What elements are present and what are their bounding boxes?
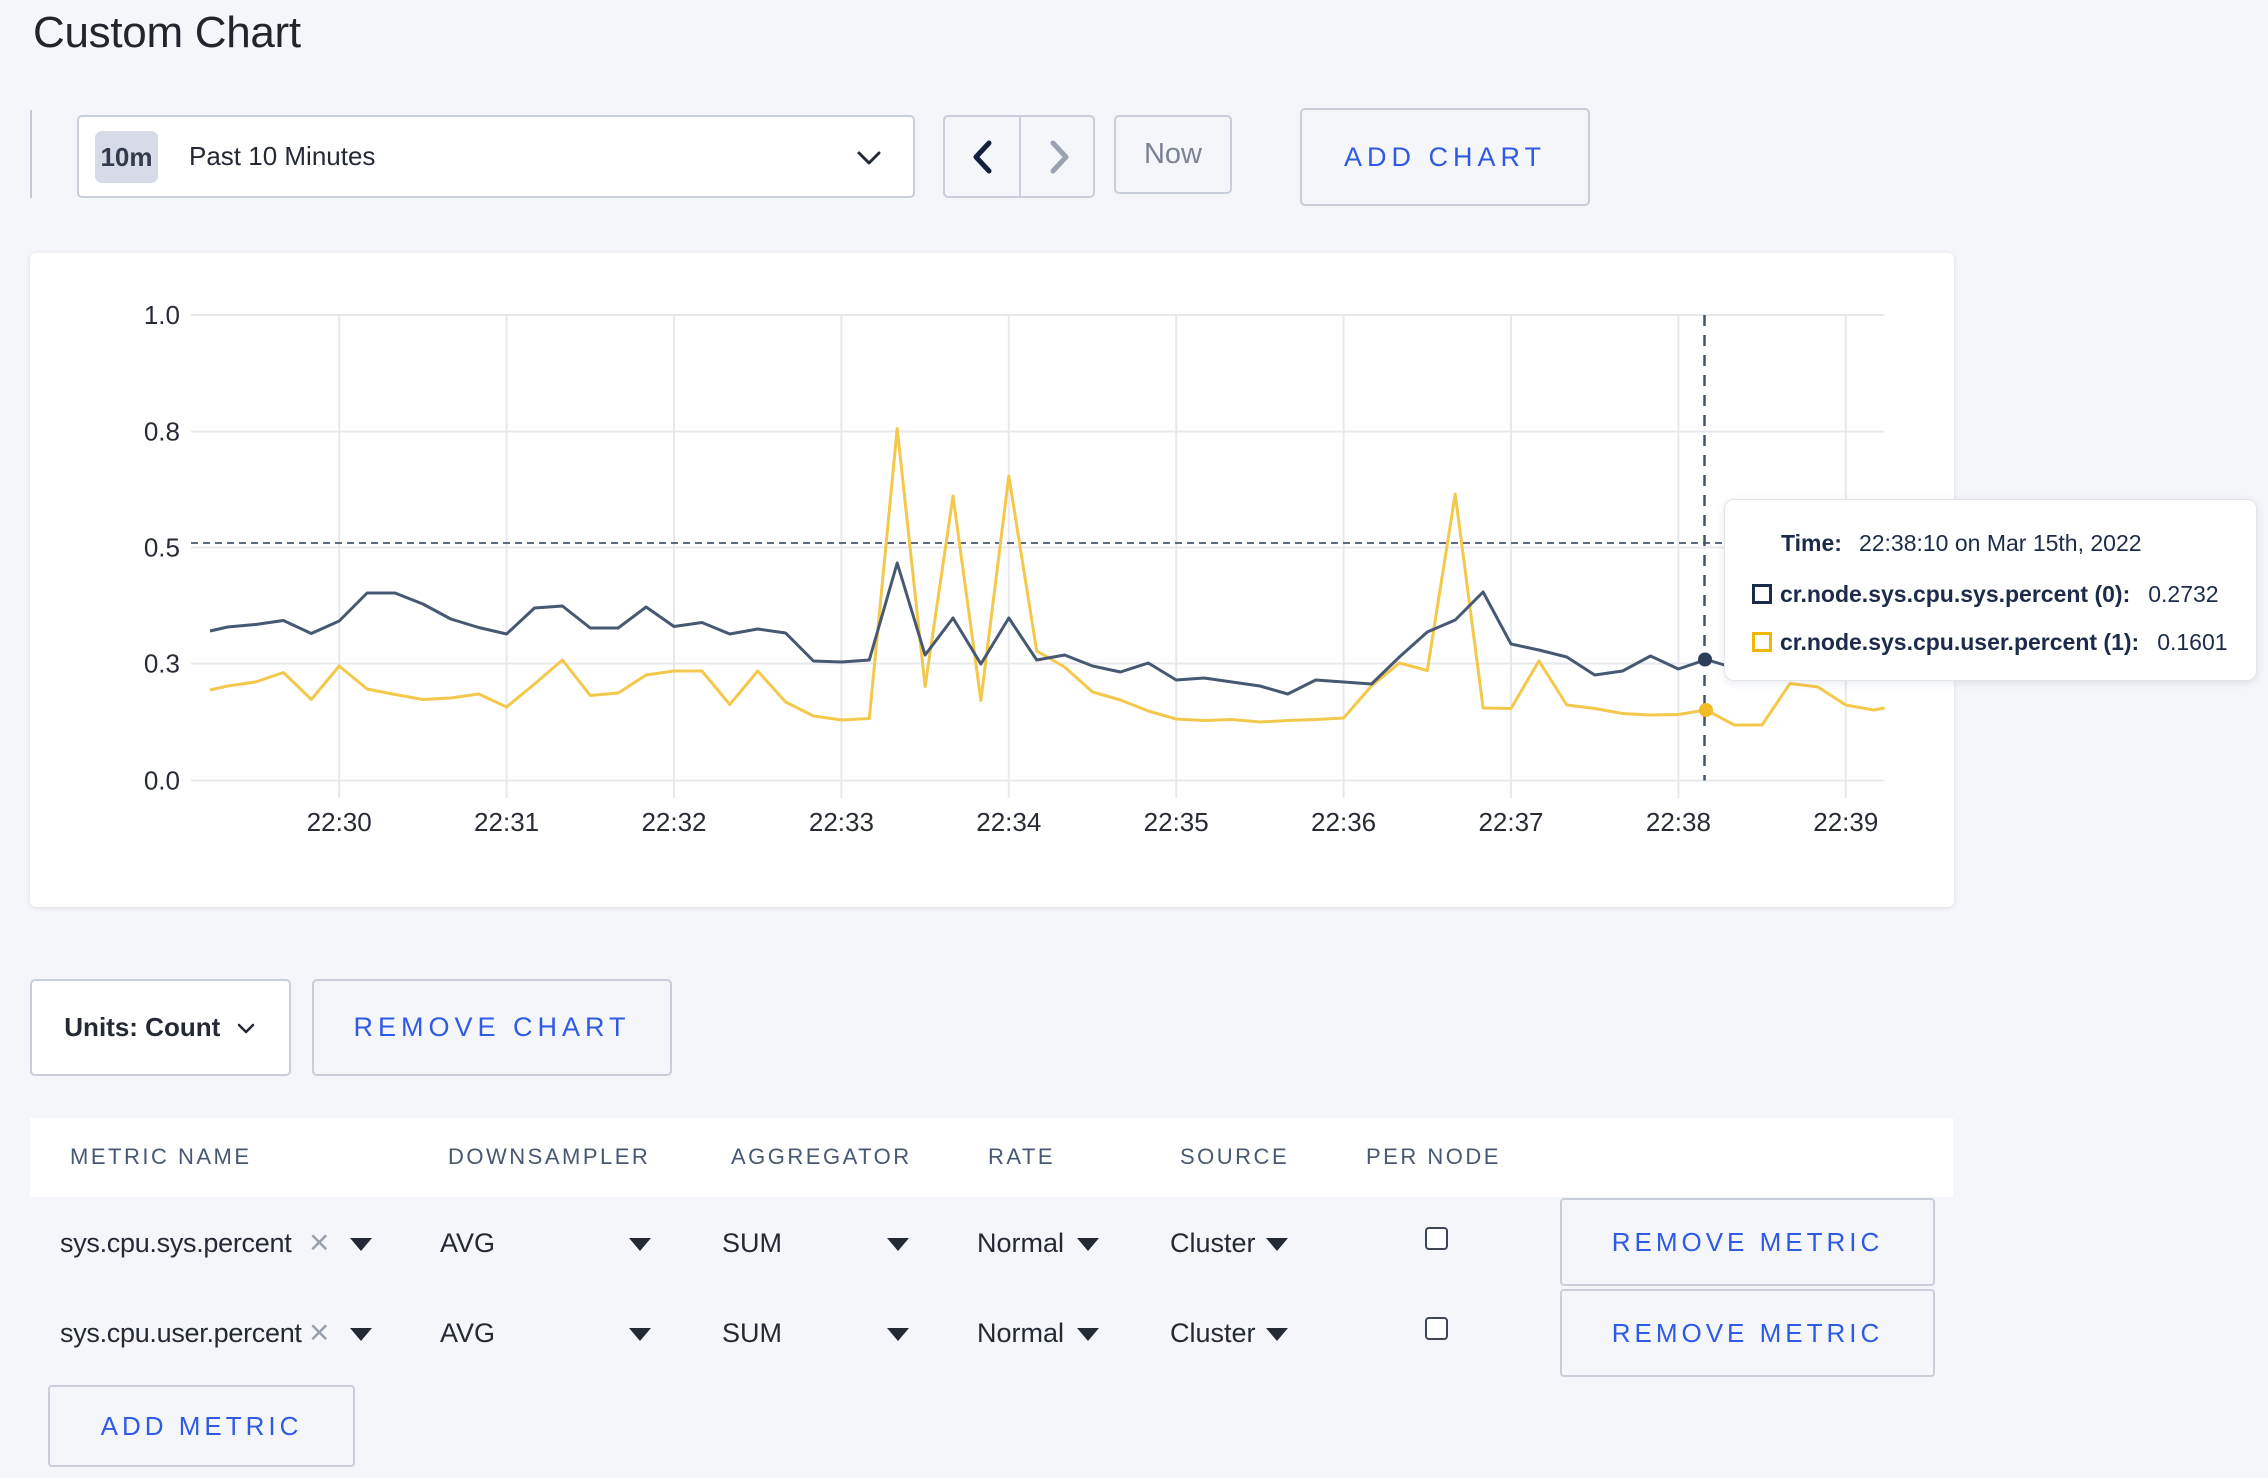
svg-text:22:30: 22:30 bbox=[307, 807, 372, 837]
svg-text:0.8: 0.8 bbox=[144, 417, 180, 447]
svg-text:0.0: 0.0 bbox=[144, 766, 180, 796]
svg-text:22:37: 22:37 bbox=[1478, 807, 1543, 837]
svg-text:22:32: 22:32 bbox=[641, 807, 706, 837]
svg-text:0.3: 0.3 bbox=[144, 649, 180, 679]
svg-text:22:31: 22:31 bbox=[474, 807, 539, 837]
svg-text:22:39: 22:39 bbox=[1813, 807, 1878, 837]
svg-text:22:38: 22:38 bbox=[1646, 807, 1711, 837]
svg-text:22:34: 22:34 bbox=[976, 807, 1041, 837]
svg-text:22:36: 22:36 bbox=[1311, 807, 1376, 837]
svg-text:0.5: 0.5 bbox=[144, 533, 180, 563]
svg-text:1.0: 1.0 bbox=[144, 300, 180, 330]
svg-text:22:35: 22:35 bbox=[1144, 807, 1209, 837]
svg-text:22:33: 22:33 bbox=[809, 807, 874, 837]
